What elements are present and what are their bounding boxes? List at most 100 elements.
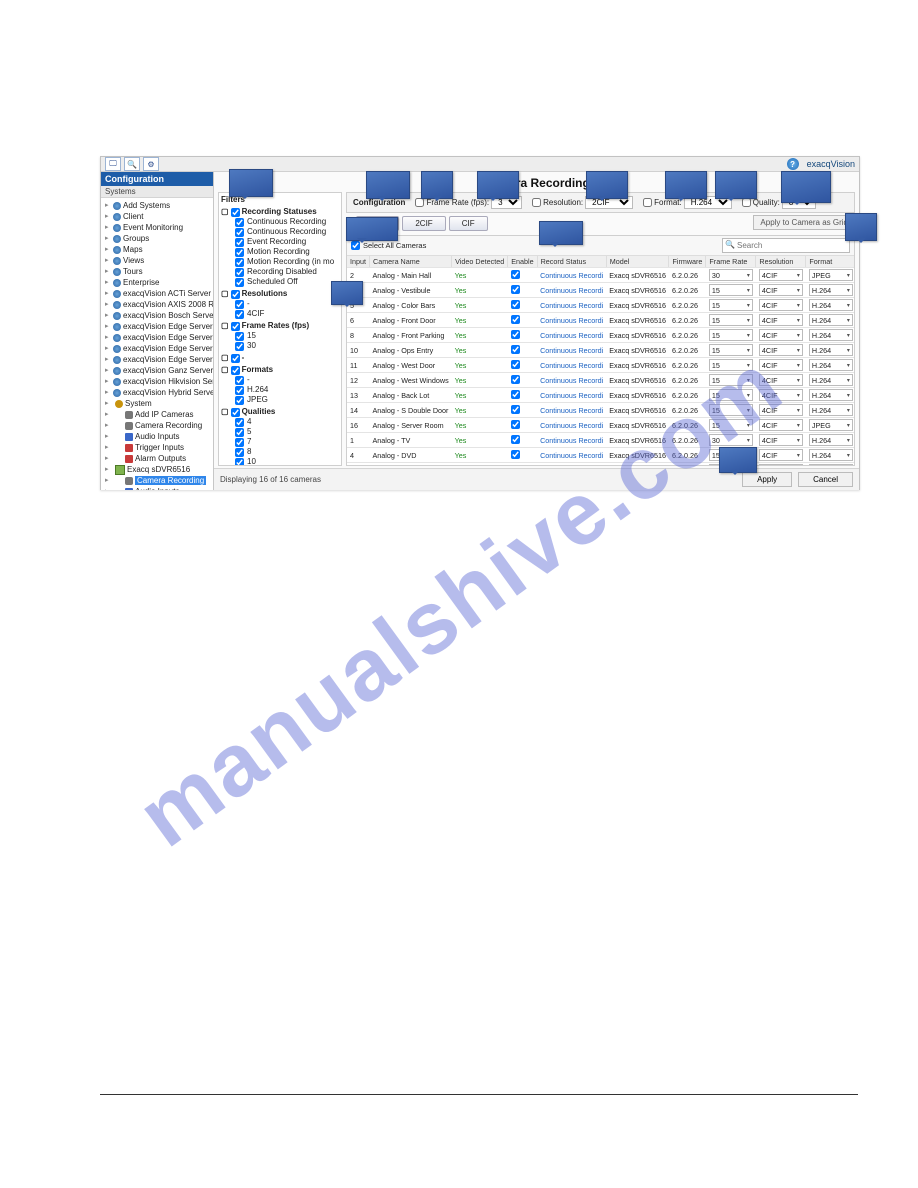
table-row[interactable]: 10Analog - Ops EntryYesContinuous Record… bbox=[347, 343, 854, 358]
app-window: 🖵 🔍 ⚙ ? exacqVision Configuration System… bbox=[100, 156, 860, 490]
filters-panel: Filters ▢ Recording StatusesContinuous R… bbox=[218, 192, 342, 466]
nav-item[interactable]: exacqVision ACTi Server bbox=[105, 288, 211, 299]
table-row[interactable]: 5Analog - Color BarsYesContinuous Record… bbox=[347, 298, 854, 313]
nav-item[interactable]: Camera Recording bbox=[105, 475, 211, 486]
nav-item[interactable]: exacqVision Hybrid Server bbox=[105, 387, 211, 398]
filter-option[interactable]: 4CIF bbox=[235, 309, 339, 319]
nav-item[interactable]: exacqVision Ganz Server bbox=[105, 365, 211, 376]
filter-option[interactable]: JPEG bbox=[235, 395, 339, 405]
col-header[interactable]: Frame Rate bbox=[706, 256, 756, 268]
filter-option[interactable]: - bbox=[235, 375, 339, 385]
filter-option[interactable]: 15 bbox=[235, 331, 339, 341]
nav-item[interactable]: System bbox=[105, 398, 211, 409]
table-row[interactable]: 7Analog - Exacq CafeYesContinuous Record… bbox=[347, 463, 854, 466]
camera-search[interactable]: 🔍 bbox=[722, 238, 850, 253]
nav-item[interactable]: exacqVision Hikvision Server bbox=[105, 376, 211, 387]
apply-button[interactable]: Apply bbox=[742, 472, 792, 487]
filter-option[interactable]: 10 bbox=[235, 457, 339, 466]
filter-option[interactable]: Continuous Recording bbox=[235, 227, 339, 237]
mode-search-icon[interactable]: 🔍 bbox=[124, 157, 140, 171]
nav-item[interactable]: exacqVision Edge Server - Axis bbox=[105, 321, 211, 332]
filter-option[interactable]: Motion Recording (in mo bbox=[235, 257, 339, 267]
col-header[interactable]: Camera Name bbox=[370, 256, 452, 268]
table-row[interactable]: 12Analog - West WindowsYesContinuous Rec… bbox=[347, 373, 854, 388]
format-enable[interactable] bbox=[643, 198, 652, 207]
mode-live-icon[interactable]: 🖵 bbox=[105, 157, 121, 171]
table-row[interactable]: 11Analog - West DoorYesContinuous Record… bbox=[347, 358, 854, 373]
nav-item[interactable]: Views bbox=[105, 255, 211, 266]
apply-as-grid-button[interactable]: Apply to Camera as Grid bbox=[753, 215, 855, 230]
col-header[interactable]: Video Detected bbox=[452, 256, 508, 268]
nav-item[interactable]: Trigger Inputs bbox=[105, 442, 211, 453]
search-input[interactable] bbox=[722, 238, 850, 253]
col-header[interactable]: Firmware bbox=[669, 256, 706, 268]
cancel-button[interactable]: Cancel bbox=[798, 472, 853, 487]
btn-2cif[interactable]: 2CIF bbox=[402, 216, 445, 231]
filter-option[interactable]: - bbox=[235, 299, 339, 309]
nav-item[interactable]: Add IP Cameras bbox=[105, 409, 211, 420]
col-header[interactable]: Model bbox=[606, 256, 669, 268]
btn-cif[interactable]: CIF bbox=[449, 216, 488, 231]
nav-item[interactable]: exacqVision AXIS 2008 R2 Serv bbox=[105, 299, 211, 310]
filter-group[interactable]: ▢ Formats bbox=[221, 365, 339, 375]
cameras-table[interactable]: InputCamera NameVideo DetectedEnableReco… bbox=[347, 256, 854, 465]
col-header[interactable]: Record Status bbox=[537, 256, 606, 268]
table-row[interactable]: 14Analog - S Double DoorYesContinuous Re… bbox=[347, 403, 854, 418]
filter-option[interactable]: 5 bbox=[235, 427, 339, 437]
nav-item[interactable]: Audio Inputs bbox=[105, 431, 211, 442]
resolution-enable[interactable] bbox=[532, 198, 541, 207]
nav-item[interactable]: Tours bbox=[105, 266, 211, 277]
status-bar: Displaying 16 of 16 cameras Apply Cancel bbox=[214, 468, 859, 490]
table-row[interactable]: 1Analog - TVYesContinuous RecordiExacq s… bbox=[347, 433, 854, 448]
nav-item[interactable]: exacqVision Bosch Server bbox=[105, 310, 211, 321]
filter-option[interactable]: 7 bbox=[235, 437, 339, 447]
framerate-enable[interactable] bbox=[415, 198, 424, 207]
filter-option[interactable]: Event Recording bbox=[235, 237, 339, 247]
callout-apply bbox=[719, 447, 757, 473]
filter-option[interactable]: 4 bbox=[235, 417, 339, 427]
help-icon[interactable]: ? bbox=[787, 158, 799, 170]
nav-item[interactable]: Groups bbox=[105, 233, 211, 244]
nav-item[interactable]: Enterprise bbox=[105, 277, 211, 288]
table-row[interactable]: 6Analog - Front DoorYesContinuous Record… bbox=[347, 313, 854, 328]
table-row[interactable]: 3Analog - VestibuleYesContinuous Recordi… bbox=[347, 283, 854, 298]
table-row[interactable]: 4Analog - DVDYesContinuous RecordiExacq … bbox=[347, 448, 854, 463]
filter-option[interactable]: Continuous Recording bbox=[235, 217, 339, 227]
table-row[interactable]: 8Analog - Front ParkingYesContinuous Rec… bbox=[347, 328, 854, 343]
mode-config-icon[interactable]: ⚙ bbox=[143, 157, 159, 171]
col-header[interactable]: Enable bbox=[508, 256, 537, 268]
filter-option[interactable]: 30 bbox=[235, 341, 339, 351]
table-row[interactable]: 2Analog - Main HallYesContinuous Recordi… bbox=[347, 268, 854, 283]
filter-option[interactable]: Motion Recording bbox=[235, 247, 339, 257]
nav-item[interactable]: exacqVision Edge Server - Axis bbox=[105, 343, 211, 354]
table-row[interactable]: 16Analog - Server RoomYesContinuous Reco… bbox=[347, 418, 854, 433]
main-panel: Camera Recording Filters ▢ Recording Sta… bbox=[214, 172, 859, 490]
nav-item[interactable]: Exacq sDVR6516 bbox=[105, 464, 211, 475]
nav-item[interactable]: exacqVision Edge Server - IQ76 bbox=[105, 354, 211, 365]
filter-group[interactable]: ▢ Frame Rates (fps) bbox=[221, 321, 339, 331]
quality-enable[interactable] bbox=[742, 198, 751, 207]
nav-tree[interactable]: Add SystemsClientEvent MonitoringGroupsM… bbox=[101, 198, 213, 490]
callout-resolution bbox=[586, 171, 628, 199]
filter-option[interactable]: Recording Disabled bbox=[235, 267, 339, 277]
col-header[interactable]: Input bbox=[347, 256, 370, 268]
nav-item[interactable]: Maps bbox=[105, 244, 211, 255]
col-header[interactable]: Format bbox=[806, 256, 854, 268]
nav-item[interactable]: Alarm Outputs bbox=[105, 453, 211, 464]
nav-item[interactable]: Add Systems bbox=[105, 200, 211, 211]
nav-item[interactable]: Event Monitoring bbox=[105, 222, 211, 233]
filter-option[interactable]: Scheduled Off bbox=[235, 277, 339, 287]
filter-option[interactable]: 8 bbox=[235, 447, 339, 457]
callout-search bbox=[845, 213, 877, 241]
nav-item[interactable]: Client bbox=[105, 211, 211, 222]
filter-group[interactable]: ▢ Recording Statuses bbox=[221, 207, 339, 217]
nav-item[interactable]: exacqVision Edge Server - Axis bbox=[105, 332, 211, 343]
nav-item[interactable]: Camera Recording bbox=[105, 420, 211, 431]
filter-option[interactable]: H.264 bbox=[235, 385, 339, 395]
table-row[interactable]: 13Analog - Back LotYesContinuous Recordi… bbox=[347, 388, 854, 403]
filter-group[interactable]: ▢ Qualities bbox=[221, 407, 339, 417]
nav-item[interactable]: Audio Inputs bbox=[105, 486, 211, 490]
filter-group[interactable]: ▢ Resolutions bbox=[221, 289, 339, 299]
filter-group[interactable]: ▢ - bbox=[221, 353, 339, 363]
col-header[interactable]: Resolution bbox=[756, 256, 806, 268]
